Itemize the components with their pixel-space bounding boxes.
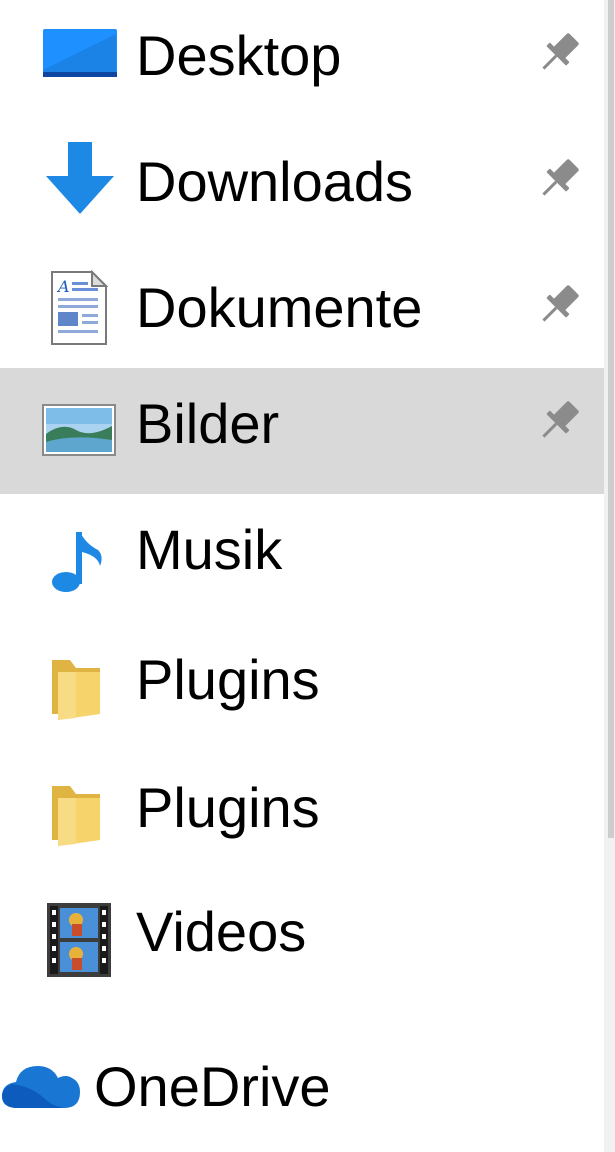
nav-item-onedrive[interactable]: OneDrive [0, 1032, 604, 1152]
vertical-scrollbar[interactable] [604, 0, 615, 1152]
nav-item-label: Bilder [136, 392, 280, 455]
scrollbar-thumb[interactable] [608, 0, 614, 838]
navigation-pane: Desktop Downloads A Dokumente Bilder Mus… [0, 0, 604, 1152]
nav-item-label: Downloads [136, 150, 414, 213]
svg-text:A: A [56, 277, 70, 296]
pin-icon[interactable] [532, 394, 586, 448]
folder-icon [52, 660, 100, 720]
nav-item-label: Musik [136, 518, 283, 581]
pictures-icon [42, 404, 116, 456]
nav-item-label: Dokumente [136, 276, 423, 339]
downloads-icon [46, 142, 114, 214]
nav-item-label: Plugins [136, 648, 320, 711]
nav-item-desktop[interactable]: Desktop [0, 0, 604, 126]
nav-item-musik[interactable]: Musik [0, 494, 604, 620]
onedrive-cloud-icon [2, 1066, 80, 1108]
nav-item-plugins-2[interactable]: Plugins [0, 752, 604, 878]
nav-item-label: OneDrive [94, 1055, 331, 1118]
nav-item-label: Plugins [136, 776, 320, 839]
nav-item-downloads[interactable]: Downloads [0, 126, 604, 252]
desktop-icon [43, 29, 117, 77]
videos-icon [47, 903, 111, 977]
pin-icon[interactable] [532, 26, 586, 80]
nav-item-label: Desktop [136, 24, 342, 87]
nav-item-videos[interactable]: Videos [0, 876, 604, 1002]
music-icon [52, 532, 102, 592]
pin-icon[interactable] [532, 152, 586, 206]
nav-item-plugins-1[interactable]: Plugins [0, 624, 604, 750]
nav-item-label: Videos [136, 900, 307, 963]
folder-icon [52, 786, 100, 846]
nav-item-bilder[interactable]: Bilder [0, 368, 604, 494]
pin-icon[interactable] [532, 278, 586, 332]
documents-icon: A [51, 270, 108, 345]
nav-item-dokumente[interactable]: A Dokumente [0, 252, 604, 378]
